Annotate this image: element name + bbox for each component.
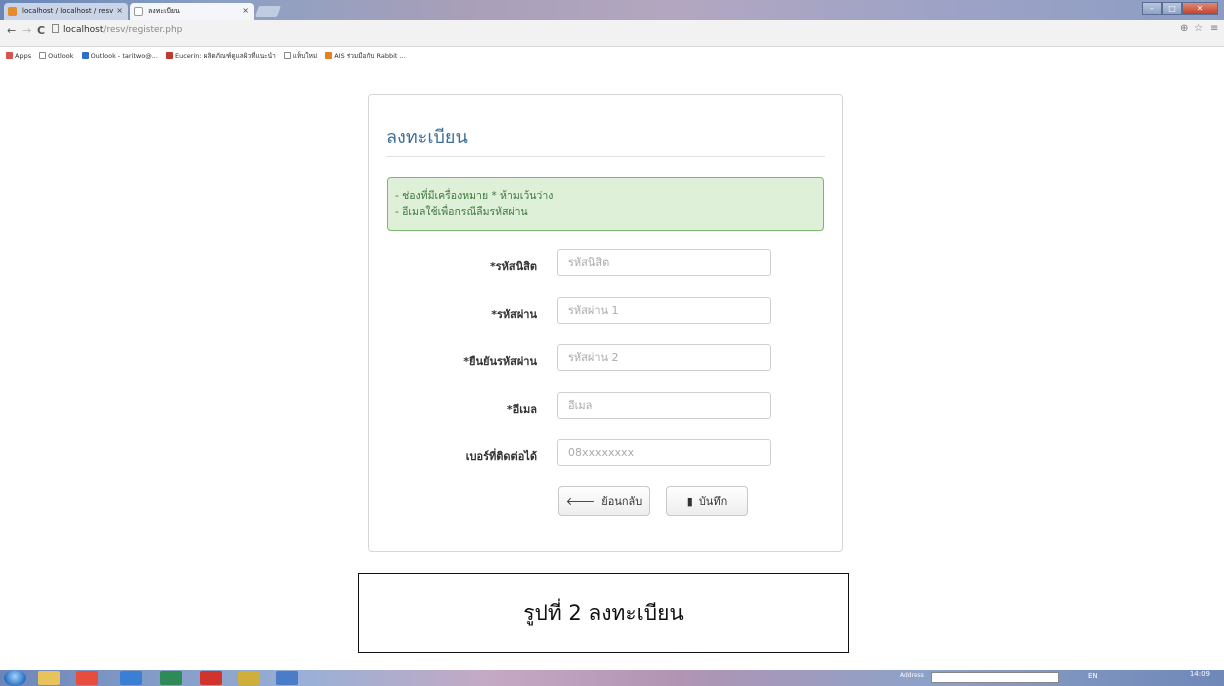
page-icon	[283, 52, 291, 59]
close-tab-icon[interactable]: ×	[242, 3, 249, 19]
student-id-label: *รหัสนิสิต	[489, 260, 537, 273]
confirm-password-input[interactable]	[557, 344, 771, 371]
address-bar-row: ← → C localhost/resv/register.php ⊕ ☆ ≡	[0, 20, 1224, 47]
internet-explorer-icon[interactable]	[120, 671, 142, 685]
zoom-icon[interactable]: ⊕	[1180, 23, 1188, 34]
alert-line: - อีเมลใช้เพื่อกรณีลืมรหัสผ่าน	[395, 206, 528, 218]
address-toolbar-label: Address	[900, 672, 924, 679]
tab-label: localhost / localhost / resv	[22, 7, 114, 15]
phone-input[interactable]	[557, 439, 771, 466]
phpmyadmin-favicon-icon	[8, 7, 17, 16]
close-window-icon[interactable]: ✕	[1182, 2, 1218, 15]
arrow-left-icon: 🡐	[565, 495, 596, 508]
input-language-indicator[interactable]: EN	[1088, 672, 1098, 680]
bookmark-apps[interactable]: Apps	[6, 49, 31, 63]
star-icon[interactable]: ☆	[1194, 23, 1203, 34]
apps-grid-icon	[6, 52, 13, 59]
bookmark-outlook[interactable]: Outlook	[39, 49, 73, 63]
taskbar: Address EN 14:09	[0, 670, 1224, 686]
forward-arrow-icon[interactable]: →	[22, 24, 31, 37]
password-input[interactable]	[557, 297, 771, 324]
file-icon: ▮	[686, 494, 693, 508]
start-button-icon[interactable]	[4, 670, 26, 686]
chrome-icon[interactable]	[76, 671, 98, 685]
password-label: *รหัสผ่าน	[491, 308, 537, 321]
figure-caption: รูปที่ 2 ลงทะเบียน	[358, 573, 849, 653]
paint-icon[interactable]	[238, 671, 260, 685]
bookmarks-bar: Apps Outlook Outlook - taritwo@... Eucer…	[0, 49, 1224, 63]
bookmark-label: Apps	[15, 52, 32, 60]
word-icon[interactable]	[276, 671, 298, 685]
new-tab-button[interactable]	[254, 6, 282, 17]
phone-label: เบอร์ที่ติดต่อได้	[465, 450, 537, 463]
acrobat-icon[interactable]	[200, 671, 222, 685]
save-button-label: บันทึก	[698, 495, 728, 508]
url-input[interactable]: localhost/resv/register.php	[52, 23, 1162, 37]
eucerin-icon	[165, 52, 173, 59]
confirm-password-label: *ยืนยันรหัสผ่าน	[463, 355, 537, 368]
page-title: ลงทะเบียน	[386, 127, 468, 148]
reload-icon[interactable]: C	[37, 24, 45, 37]
close-tab-icon[interactable]: ×	[116, 3, 123, 19]
outlook-icon	[81, 52, 89, 59]
divider	[386, 156, 825, 157]
browser-titlebar: localhost / localhost / resv × ลงทะเบียน…	[0, 0, 1224, 20]
caption-text: รูปที่ 2 ลงทะเบียน	[523, 600, 684, 625]
bookmark-label: แท็บใหม่	[292, 52, 318, 60]
bookmark-label: Outlook - taritwo@...	[90, 52, 158, 60]
back-arrow-icon[interactable]: ←	[7, 24, 16, 37]
bookmark-new-tab[interactable]: แท็บใหม่	[283, 49, 318, 63]
url-path: /resv/register.php	[103, 25, 183, 35]
bookmark-ais[interactable]: AIS ร่วมมือกับ Rabbit ...	[325, 49, 406, 63]
menu-icon[interactable]: ≡	[1210, 23, 1218, 34]
page-favicon-icon	[134, 7, 143, 16]
back-button[interactable]: 🡐 ย้อนกลับ	[558, 486, 650, 516]
minimize-icon[interactable]: –	[1142, 2, 1162, 15]
info-alert: - ช่องที่มีเครื่องหมาย * ห้ามเว้นว่าง - …	[387, 177, 824, 231]
url-host: localhost	[63, 25, 104, 35]
tab-label: ลงทะเบียน	[148, 7, 180, 15]
page-icon	[52, 24, 59, 33]
maximize-icon[interactable]: □	[1162, 2, 1182, 15]
excel-icon[interactable]	[160, 671, 182, 685]
student-id-input[interactable]	[557, 249, 771, 276]
window-controls: – □ ✕	[1142, 2, 1218, 15]
clock[interactable]: 14:09	[1190, 670, 1210, 678]
alert-line: - ช่องที่มีเครื่องหมาย * ห้ามเว้นว่าง	[395, 190, 554, 202]
save-button[interactable]: ▮ บันทึก	[666, 486, 748, 516]
address-toolbar-input[interactable]	[931, 672, 1059, 683]
explorer-icon[interactable]	[38, 671, 60, 685]
tab-register[interactable]: ลงทะเบียน ×	[130, 3, 254, 20]
email-label: *อีเมล	[506, 403, 537, 416]
tab-phpmyadmin[interactable]: localhost / localhost / resv ×	[4, 3, 128, 20]
back-button-label: ย้อนกลับ	[601, 495, 643, 508]
blogger-icon	[325, 52, 333, 59]
email-input[interactable]	[557, 392, 771, 419]
bookmark-eucerin[interactable]: Eucerin: ผลิตภัณฑ์ดูแลผิวที่แนะนำ	[165, 49, 276, 63]
bookmark-label: Outlook	[48, 52, 74, 60]
bookmark-label: AIS ร่วมมือกับ Rabbit ...	[334, 52, 406, 60]
bookmark-outlook-mail[interactable]: Outlook - taritwo@...	[81, 49, 158, 63]
page-icon	[39, 52, 47, 59]
register-panel: ลงทะเบียน - ช่องที่มีเครื่องหมาย * ห้ามเ…	[368, 94, 843, 552]
bookmark-label: Eucerin: ผลิตภัณฑ์ดูแลผิวที่แนะนำ	[174, 52, 276, 60]
